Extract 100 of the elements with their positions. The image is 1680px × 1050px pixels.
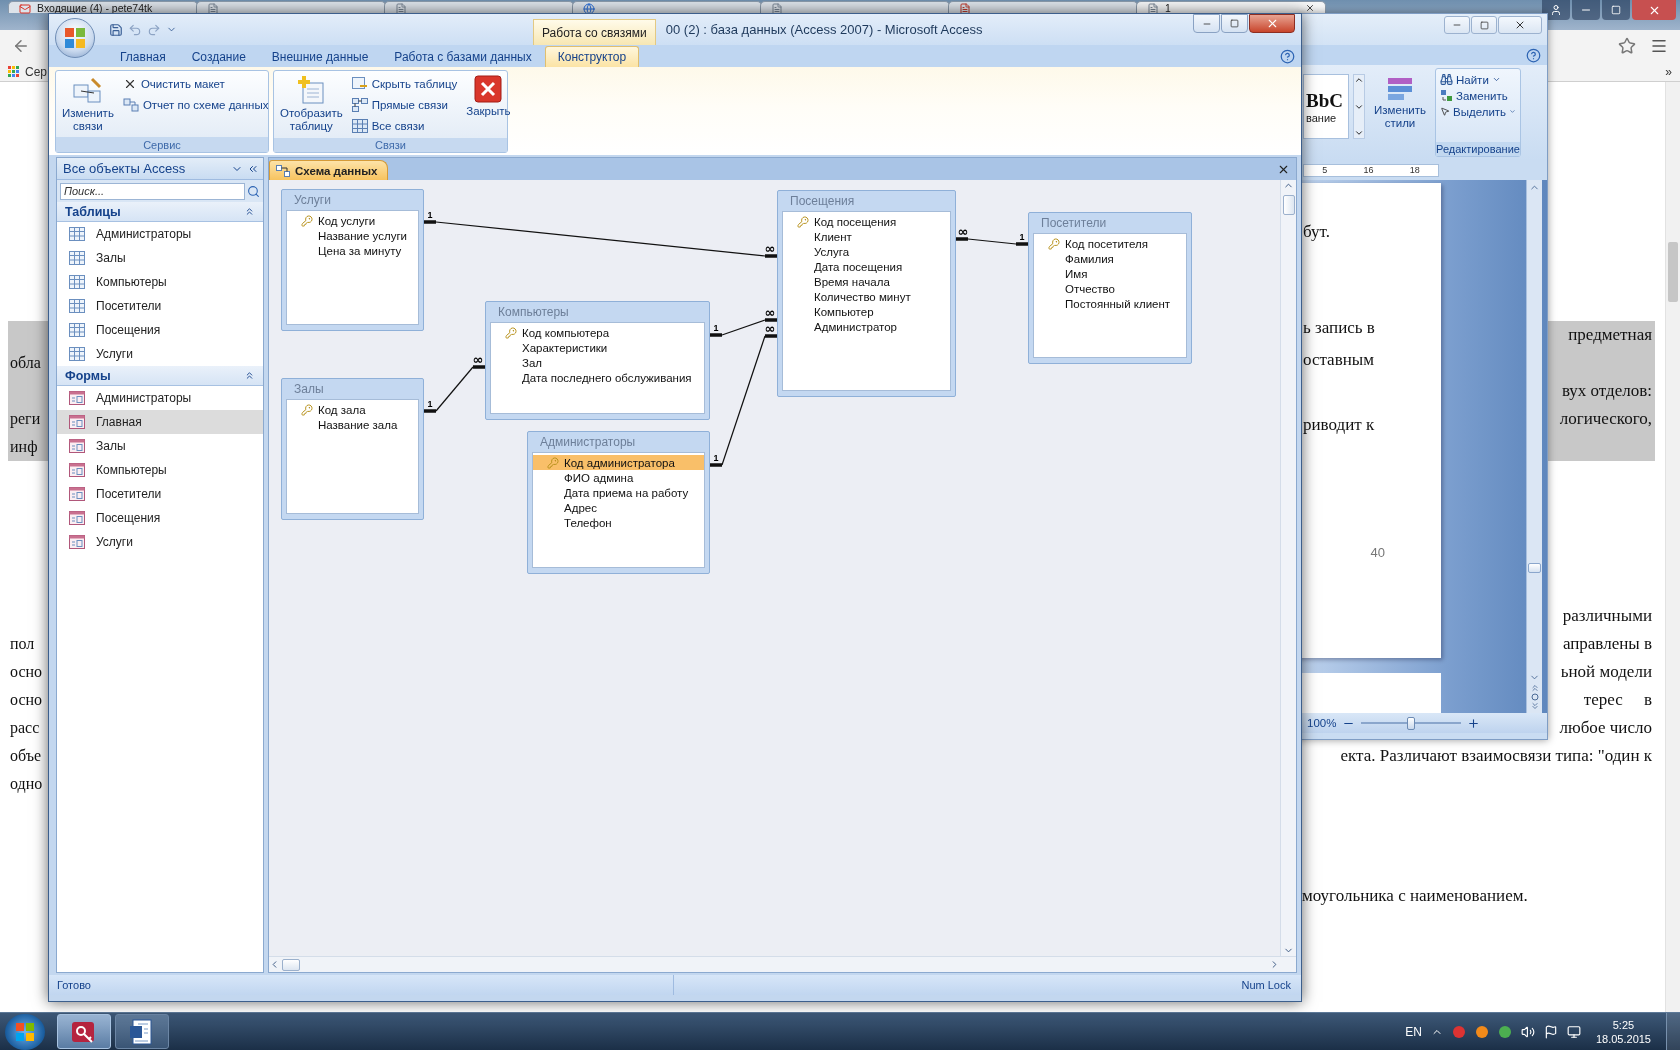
nav-item[interactable]: Администраторы	[57, 222, 263, 246]
table-window[interactable]: Посещения Код посещения Клиент Услуга Дата посещения Время начала Количество минут Компьютер Администратор	[777, 190, 956, 397]
table-window[interactable]: Залы Код зала Название зала	[281, 378, 424, 520]
table-window[interactable]: Компьютеры Код компьютера Характеристики Зал Дата последнего обслуживания	[485, 301, 710, 420]
minimize-button[interactable]	[1572, 0, 1600, 20]
field-item[interactable]: Телефон	[533, 515, 704, 530]
collapse-icon[interactable]	[244, 370, 255, 381]
ribbon-button[interactable]: Отчет по схеме данных	[120, 95, 271, 115]
field-item[interactable]: Название зала	[287, 417, 418, 432]
star-icon[interactable]	[1618, 37, 1636, 55]
field-item[interactable]: Отчество	[1034, 281, 1186, 296]
ribbon-tab[interactable]: Главная	[107, 46, 179, 67]
show-desktop-button[interactable]	[1666, 1013, 1680, 1050]
maximize-button[interactable]	[1221, 14, 1248, 33]
browser-tab[interactable]	[196, 1, 386, 13]
table-window[interactable]: Администраторы Код администратора ФИО админа Дата приема на работу Адрес Телефон	[527, 431, 710, 574]
field-item[interactable]: Зал	[491, 355, 704, 370]
scrollbar[interactable]	[1526, 180, 1542, 713]
relationship-line[interactable]	[424, 220, 777, 258]
redo-icon[interactable]	[147, 22, 161, 37]
field-item[interactable]: Код администратора	[533, 455, 704, 470]
group-heading[interactable]: Формы	[65, 368, 111, 383]
search-icon[interactable]	[247, 184, 260, 198]
nav-item[interactable]: Посетители	[57, 482, 263, 506]
field-item[interactable]: Название услуги	[287, 228, 418, 243]
field-item[interactable]: Адрес	[533, 500, 704, 515]
taskbar-app[interactable]	[57, 1014, 111, 1049]
nav-item[interactable]: Услуги	[57, 530, 263, 554]
scroll-thumb[interactable]	[1668, 242, 1678, 302]
profile-button[interactable]	[1542, 0, 1570, 20]
field-item[interactable]: Услуга	[783, 244, 950, 259]
bookmarks-overflow[interactable]: »	[1665, 64, 1672, 79]
save-icon[interactable]	[109, 22, 123, 37]
field-item[interactable]: Компьютер	[783, 304, 950, 319]
tray-app-icon[interactable]	[1497, 1024, 1512, 1039]
relationship-line[interactable]	[710, 334, 777, 467]
help-icon[interactable]	[1526, 47, 1541, 63]
search-field[interactable]: Поиск...	[60, 182, 245, 200]
nav-item[interactable]: Компьютеры	[57, 458, 263, 482]
ribbon-button[interactable]: Отобразить таблицу	[277, 73, 346, 136]
table-window[interactable]: Посетители Код посетителя Фамилия Имя Отчество Постоянный клиент	[1028, 212, 1192, 364]
relationship-line[interactable]	[710, 318, 777, 337]
minimize-button[interactable]	[1444, 16, 1470, 34]
ribbon-button[interactable]: Скрыть таблицу	[349, 74, 460, 94]
ribbon-button[interactable]: Закрыть	[463, 73, 514, 136]
browser-tab[interactable]	[948, 1, 1138, 13]
scrollbar[interactable]	[1665, 82, 1680, 1012]
help-icon[interactable]	[1280, 48, 1295, 64]
field-item[interactable]: ФИО админа	[533, 470, 704, 485]
office-button[interactable]	[55, 18, 95, 58]
tray-app-icon[interactable]	[1474, 1024, 1489, 1039]
ribbon-tab[interactable]: Создание	[178, 46, 259, 67]
language-indicator[interactable]: EN	[1405, 1024, 1422, 1039]
nav-item[interactable]: Услуги	[57, 342, 263, 366]
ribbon-button[interactable]: Изменить связи	[59, 73, 117, 135]
browse-object-icon[interactable]	[1530, 693, 1539, 701]
browser-tab[interactable]	[760, 1, 950, 13]
relationship-line[interactable]	[424, 365, 485, 413]
browser-tab[interactable]	[572, 1, 762, 13]
editing-button[interactable]: Выделить	[1440, 105, 1516, 118]
next-page-icon[interactable]	[1529, 701, 1540, 711]
taskbar-app[interactable]	[115, 1014, 169, 1049]
volume-icon[interactable]	[1520, 1024, 1535, 1039]
nav-item[interactable]: Главная	[57, 410, 263, 434]
ribbon-button[interactable]: Все связи	[349, 116, 460, 136]
flag-icon[interactable]	[1543, 1024, 1558, 1039]
editing-button[interactable]: Заменить	[1440, 89, 1516, 102]
back-icon[interactable]	[12, 37, 30, 55]
field-item[interactable]: Код посетителя	[1034, 236, 1186, 251]
style-gallery[interactable]: BbC вание	[1303, 74, 1349, 139]
nav-item[interactable]: Посещения	[57, 318, 263, 342]
nav-item[interactable]: Администраторы	[57, 386, 263, 410]
collapse-icon[interactable]	[244, 206, 255, 217]
nav-item[interactable]: Посещения	[57, 506, 263, 530]
browser-tab[interactable]	[384, 1, 574, 13]
slider-thumb[interactable]	[1407, 716, 1416, 730]
zoom-in-icon[interactable]	[1467, 716, 1481, 730]
document-tab[interactable]: Схема данных	[269, 160, 389, 180]
scroll-up-icon[interactable]	[1354, 75, 1364, 85]
ribbon-tab[interactable]: Внешние данные	[258, 46, 382, 67]
ribbon-tab[interactable]: Конструктор	[544, 46, 640, 67]
field-item[interactable]: Код услуги	[287, 213, 418, 228]
network-icon[interactable]	[1566, 1024, 1581, 1039]
field-item[interactable]: Цена за минуту	[287, 243, 418, 258]
scrollbar[interactable]	[1280, 180, 1296, 956]
ribbon-button[interactable]: Прямые связи	[349, 95, 460, 115]
ribbon-tab[interactable]: Работа с базами данных	[381, 46, 545, 67]
bookmark-link[interactable]: Сер	[25, 64, 47, 79]
field-item[interactable]: Дата приема на работу	[533, 485, 704, 500]
browser-tab[interactable]: 1	[1136, 1, 1326, 13]
scrollbar[interactable]	[269, 956, 1296, 972]
nav-item[interactable]: Залы	[57, 434, 263, 458]
nav-item[interactable]: Посетители	[57, 294, 263, 318]
start-button[interactable]	[5, 1013, 45, 1050]
field-item[interactable]: Клиент	[783, 229, 950, 244]
scroll-thumb[interactable]	[1282, 195, 1295, 215]
maximize-button[interactable]	[1471, 16, 1497, 34]
field-item[interactable]: Постоянный клиент	[1034, 296, 1186, 311]
field-item[interactable]: Код зала	[287, 402, 418, 417]
menu-icon[interactable]	[1650, 37, 1668, 55]
